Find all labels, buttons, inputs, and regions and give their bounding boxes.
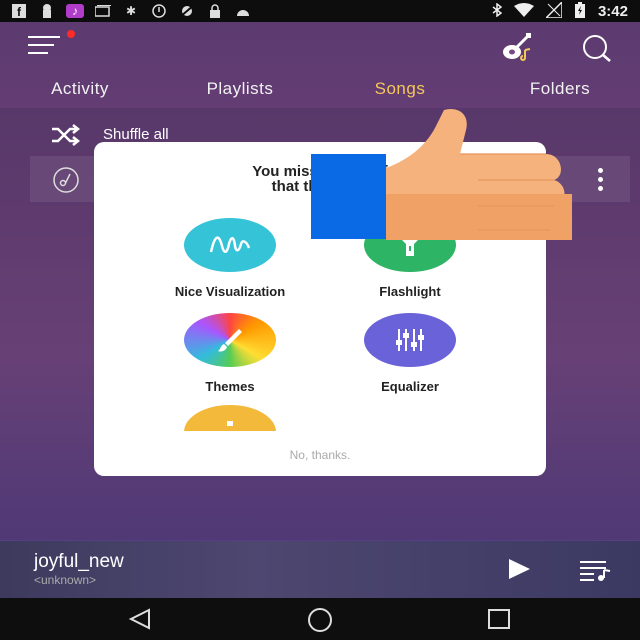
- cards-icon: [94, 4, 112, 18]
- status-bar-notifications: f ♪ ✱: [0, 4, 252, 18]
- feature-themes[interactable]: Themes: [130, 313, 330, 394]
- system-nav-bar: [0, 598, 640, 640]
- themes-icon: [184, 313, 276, 367]
- battery-charging-icon: [574, 1, 586, 21]
- disc-icon: [53, 167, 79, 193]
- app-bar: [0, 22, 640, 72]
- android-icon: [234, 4, 252, 18]
- track-title: joyful_new: [34, 551, 124, 572]
- alert-icon: [150, 4, 168, 18]
- bluetooth-icon: [492, 2, 503, 20]
- thumbs-up-icon: [386, 108, 572, 240]
- shuffle-all-label: Shuffle all: [103, 126, 169, 143]
- keyhole-icon: [38, 4, 56, 18]
- play-icon[interactable]: [506, 557, 532, 581]
- music-note-icon: ♪: [66, 4, 84, 18]
- feature-partial[interactable]: [130, 405, 330, 431]
- equalizer-icon: [364, 313, 456, 367]
- notification-dot: [67, 30, 75, 38]
- queue-icon[interactable]: [580, 559, 612, 581]
- wifi-icon: [513, 2, 534, 20]
- track-artist: <unknown>: [34, 573, 97, 587]
- tab-folders[interactable]: Folders: [480, 72, 640, 108]
- blue-overlay-block: [311, 154, 386, 239]
- no-gps-icon: [178, 4, 196, 18]
- shuffle-icon: [52, 124, 80, 146]
- more-options-icon[interactable]: [598, 168, 604, 192]
- home-icon[interactable]: [306, 606, 334, 634]
- guitar-icon[interactable]: [498, 32, 534, 62]
- feature-equalizer[interactable]: Equalizer: [310, 313, 510, 394]
- tab-songs[interactable]: Songs: [320, 72, 480, 108]
- no-sim-icon: [544, 0, 563, 21]
- partial-feature-icon: [184, 405, 276, 431]
- lock-icon: [206, 4, 224, 18]
- back-icon[interactable]: [128, 608, 152, 630]
- facebook-icon: f: [10, 4, 28, 18]
- menu-icon[interactable]: [28, 36, 60, 58]
- mini-player[interactable]: joyful_new <unknown>: [0, 541, 640, 598]
- tab-playlists[interactable]: Playlists: [160, 72, 320, 108]
- tree-icon: ✱: [125, 4, 137, 18]
- visualization-icon: [184, 218, 276, 272]
- feature-label: Equalizer: [381, 379, 439, 394]
- feature-label: Themes: [205, 379, 255, 394]
- status-bar-system: 3:42: [492, 0, 640, 21]
- tab-bar: Activity Playlists Songs Folders: [0, 72, 640, 108]
- recent-apps-icon[interactable]: [487, 608, 511, 630]
- feature-visualization[interactable]: Nice Visualization: [130, 218, 330, 299]
- search-icon[interactable]: [580, 34, 612, 62]
- feature-label: Nice Visualization: [174, 284, 286, 299]
- clock: 3:42: [597, 2, 628, 20]
- tab-activity[interactable]: Activity: [0, 72, 160, 108]
- no-thanks-button[interactable]: No, thanks.: [94, 448, 546, 462]
- feature-label: Flashlight: [379, 284, 441, 299]
- status-bar: f ♪ ✱ 3:42: [0, 0, 640, 22]
